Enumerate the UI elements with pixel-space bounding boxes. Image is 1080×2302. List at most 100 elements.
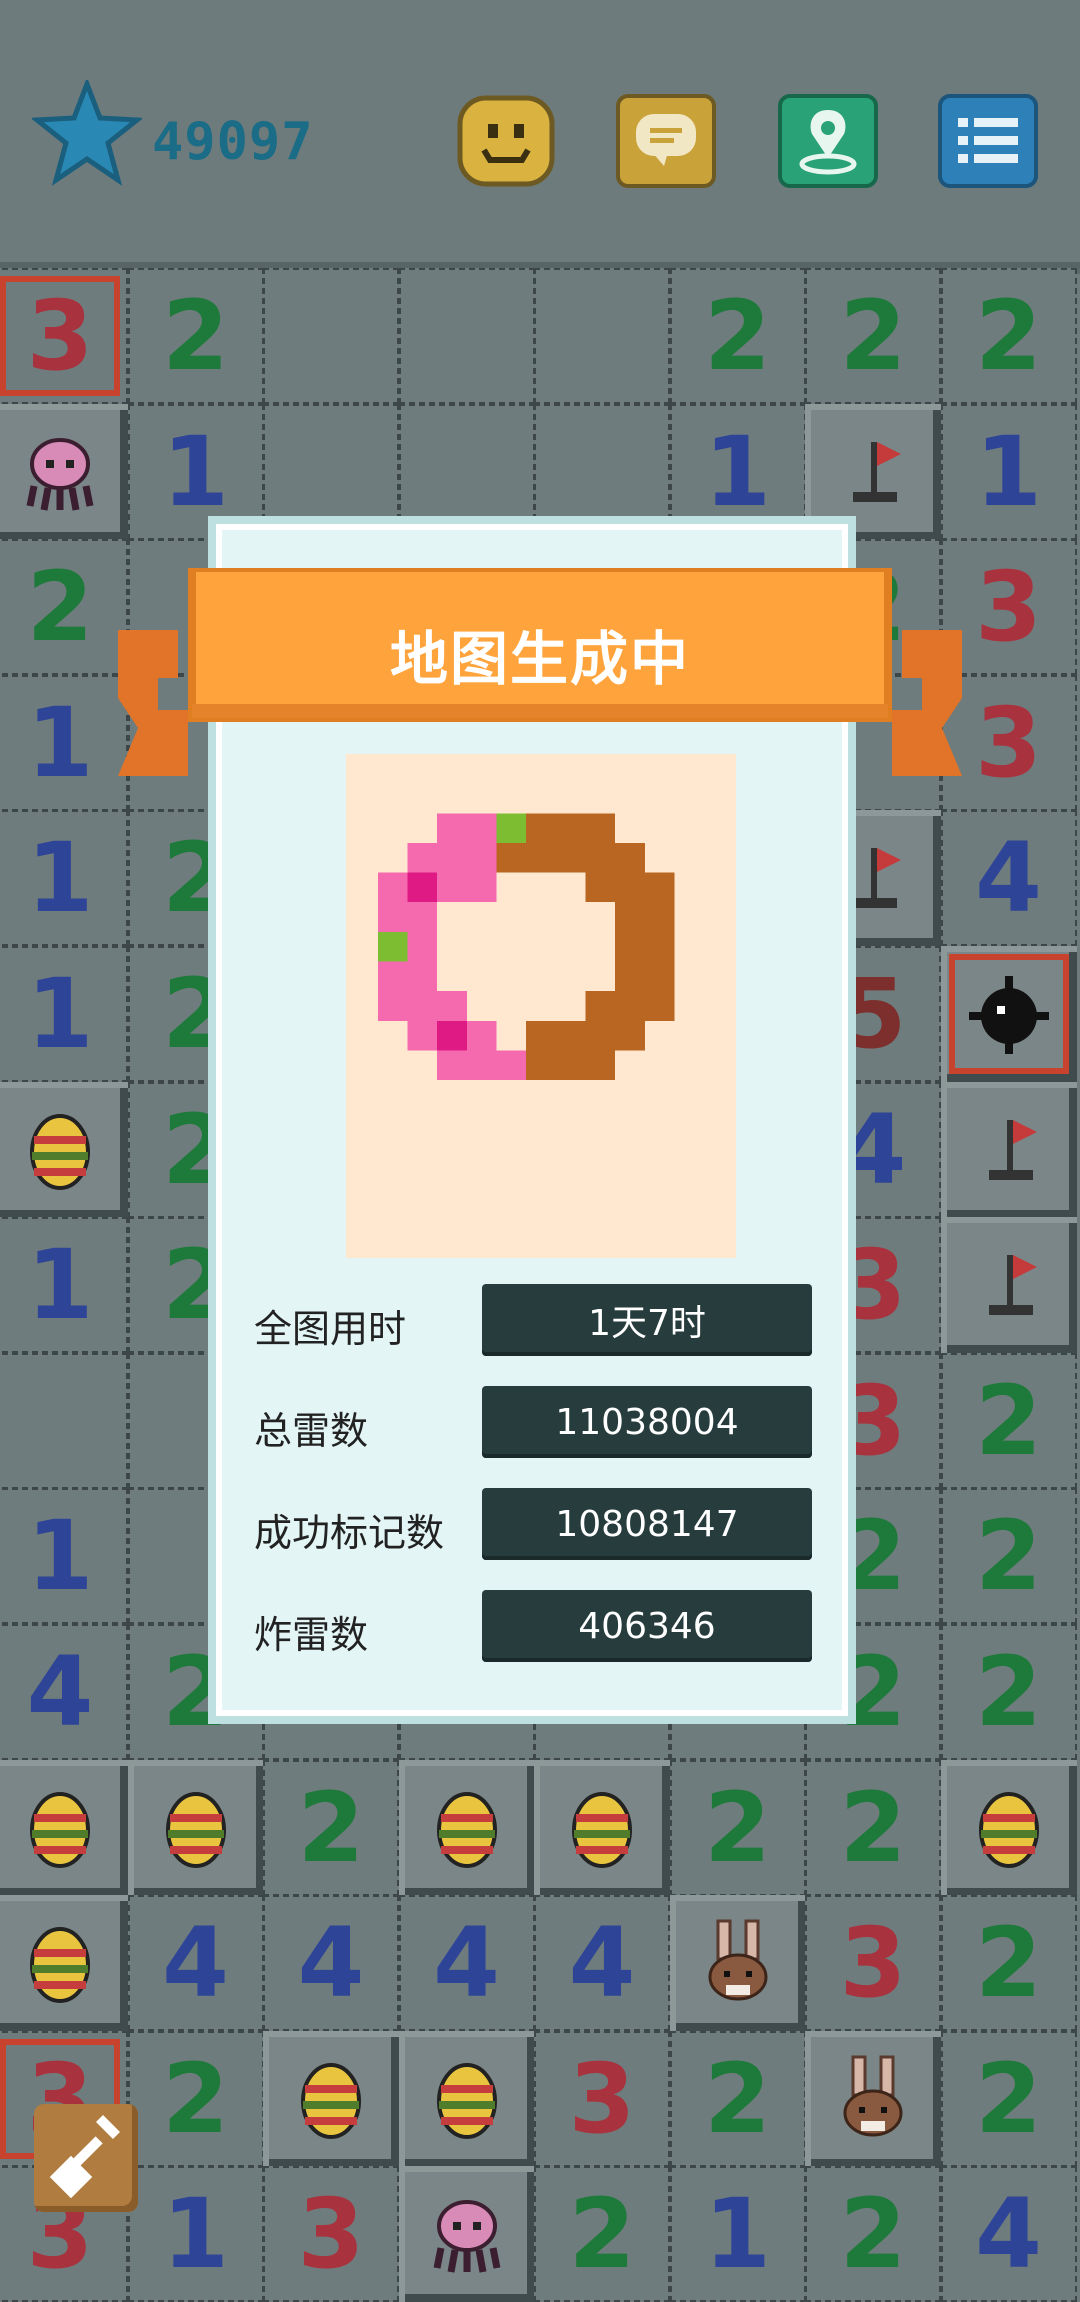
number-tile[interactable]: 2 bbox=[127, 268, 264, 404]
number-tile[interactable]: 2 bbox=[127, 2030, 264, 2167]
number-tile[interactable]: 4 bbox=[398, 1895, 535, 2032]
number-tile[interactable]: 2 bbox=[669, 1759, 806, 1896]
number-tile[interactable]: 1 bbox=[669, 403, 806, 540]
number-tile[interactable]: 3 bbox=[534, 2030, 670, 2167]
mine-icon bbox=[959, 964, 1059, 1064]
egg-tile[interactable] bbox=[940, 1759, 1077, 1896]
egg-icon bbox=[10, 1913, 110, 2013]
map-button[interactable] bbox=[776, 92, 880, 190]
stat-label: 全图用时 bbox=[254, 1307, 407, 1351]
flag-icon bbox=[823, 422, 923, 522]
number-tile[interactable]: 4 bbox=[263, 1895, 399, 2032]
empty-tile[interactable] bbox=[534, 268, 670, 404]
number-tile[interactable]: 2 bbox=[805, 1759, 941, 1896]
octopus-tile[interactable] bbox=[0, 403, 128, 540]
number-tile[interactable]: 4 bbox=[940, 2166, 1077, 2302]
stat-row-total-mines: 总雷数 11038004 bbox=[254, 1382, 824, 1462]
egg-icon bbox=[552, 1778, 652, 1878]
egg-icon bbox=[417, 1778, 517, 1878]
number-tile[interactable]: 2 bbox=[669, 2030, 806, 2167]
chat-icon bbox=[616, 94, 716, 188]
egg-tile[interactable] bbox=[0, 1759, 128, 1896]
flag-icon bbox=[959, 1100, 1059, 1200]
stat-label: 成功标记数 bbox=[254, 1511, 445, 1555]
stat-label: 总雷数 bbox=[254, 1409, 369, 1453]
egg-tile[interactable] bbox=[263, 2030, 399, 2167]
number-tile[interactable]: 1 bbox=[0, 810, 128, 947]
stat-row-exploded: 炸雷数 406346 bbox=[254, 1586, 824, 1666]
chat-button[interactable] bbox=[614, 92, 718, 190]
number-tile[interactable]: 1 bbox=[0, 674, 128, 811]
number-tile[interactable]: 2 bbox=[805, 2166, 941, 2302]
number-tile[interactable]: 1 bbox=[127, 2166, 264, 2302]
egg-tile[interactable] bbox=[398, 1759, 535, 1896]
bunny-tile[interactable] bbox=[669, 1895, 806, 2032]
number-tile[interactable]: 1 bbox=[127, 403, 264, 540]
empty-tile[interactable] bbox=[263, 268, 399, 404]
egg-icon bbox=[10, 1100, 110, 1200]
number-tile[interactable]: 4 bbox=[0, 1624, 128, 1760]
egg-icon bbox=[10, 1778, 110, 1878]
octopus-icon bbox=[417, 2184, 517, 2284]
number-tile[interactable]: 2 bbox=[940, 1488, 1077, 1625]
empty-tile[interactable] bbox=[398, 403, 535, 540]
shovel-button[interactable] bbox=[34, 2104, 138, 2212]
egg-icon bbox=[417, 2049, 517, 2149]
number-tile[interactable]: 4 bbox=[534, 1895, 670, 2032]
octopus-tile[interactable] bbox=[398, 2166, 535, 2302]
number-tile[interactable]: 2 bbox=[669, 268, 806, 404]
number-tile[interactable]: 1 bbox=[0, 946, 128, 1082]
number-tile[interactable]: 1 bbox=[0, 1488, 128, 1625]
mine-tile[interactable] bbox=[940, 946, 1077, 1082]
number-tile[interactable]: 2 bbox=[0, 539, 128, 676]
stat-row-flagged: 成功标记数 10808147 bbox=[254, 1484, 824, 1564]
number-tile[interactable]: 1 bbox=[0, 1217, 128, 1354]
number-tile[interactable]: 4 bbox=[127, 1895, 264, 2032]
empty-tile[interactable] bbox=[0, 1352, 128, 1489]
egg-icon bbox=[146, 1778, 246, 1878]
egg-tile[interactable] bbox=[127, 1759, 264, 1896]
egg-tile[interactable] bbox=[0, 1895, 128, 2032]
number-tile[interactable]: 3 bbox=[263, 2166, 399, 2302]
number-tile[interactable]: 2 bbox=[263, 1759, 399, 1896]
flag-tile[interactable] bbox=[940, 1081, 1077, 1218]
menu-button[interactable] bbox=[936, 92, 1040, 190]
dialog-title: 地图生成中 bbox=[389, 625, 690, 693]
empty-tile[interactable] bbox=[398, 268, 535, 404]
octopus-icon bbox=[10, 422, 110, 522]
stat-row-total-time: 全图用时 1天7时 bbox=[254, 1280, 824, 1360]
number-tile[interactable]: 2 bbox=[940, 1895, 1077, 2032]
bunny-icon bbox=[823, 2049, 923, 2149]
egg-icon bbox=[959, 1778, 1059, 1878]
menu-list-icon bbox=[938, 94, 1038, 188]
number-tile[interactable]: 2 bbox=[534, 2166, 670, 2302]
flag-tile[interactable] bbox=[805, 403, 941, 540]
flag-tile[interactable] bbox=[940, 1217, 1077, 1354]
number-tile[interactable]: 2 bbox=[940, 1624, 1077, 1760]
bunny-icon bbox=[688, 1913, 788, 2013]
number-tile[interactable]: 2 bbox=[940, 268, 1077, 404]
bunny-tile[interactable] bbox=[805, 2030, 941, 2167]
smiley-button[interactable] bbox=[454, 92, 558, 190]
top-bar: 49097 bbox=[0, 0, 1080, 268]
empty-tile[interactable] bbox=[534, 403, 670, 540]
number-tile[interactable]: 4 bbox=[940, 810, 1077, 947]
map-pin-icon bbox=[778, 94, 878, 188]
egg-tile[interactable] bbox=[0, 1081, 128, 1218]
smiley-icon bbox=[457, 95, 555, 187]
empty-tile[interactable] bbox=[263, 403, 399, 540]
number-tile[interactable]: 1 bbox=[669, 2166, 806, 2302]
number-tile[interactable]: 3 bbox=[805, 1895, 941, 2032]
number-tile[interactable]: 3 bbox=[0, 268, 128, 404]
egg-tile[interactable] bbox=[534, 1759, 670, 1896]
donut-icon bbox=[346, 754, 736, 1258]
stat-value: 406346 bbox=[482, 1590, 812, 1662]
number-tile[interactable]: 2 bbox=[940, 2030, 1077, 2167]
stat-label: 炸雷数 bbox=[254, 1613, 369, 1657]
number-tile[interactable]: 2 bbox=[805, 268, 941, 404]
egg-tile[interactable] bbox=[398, 2030, 535, 2167]
score-counter: 49097 bbox=[152, 112, 314, 172]
number-tile[interactable]: 2 bbox=[940, 1352, 1077, 1489]
egg-icon bbox=[281, 2049, 381, 2149]
number-tile[interactable]: 1 bbox=[940, 403, 1077, 540]
